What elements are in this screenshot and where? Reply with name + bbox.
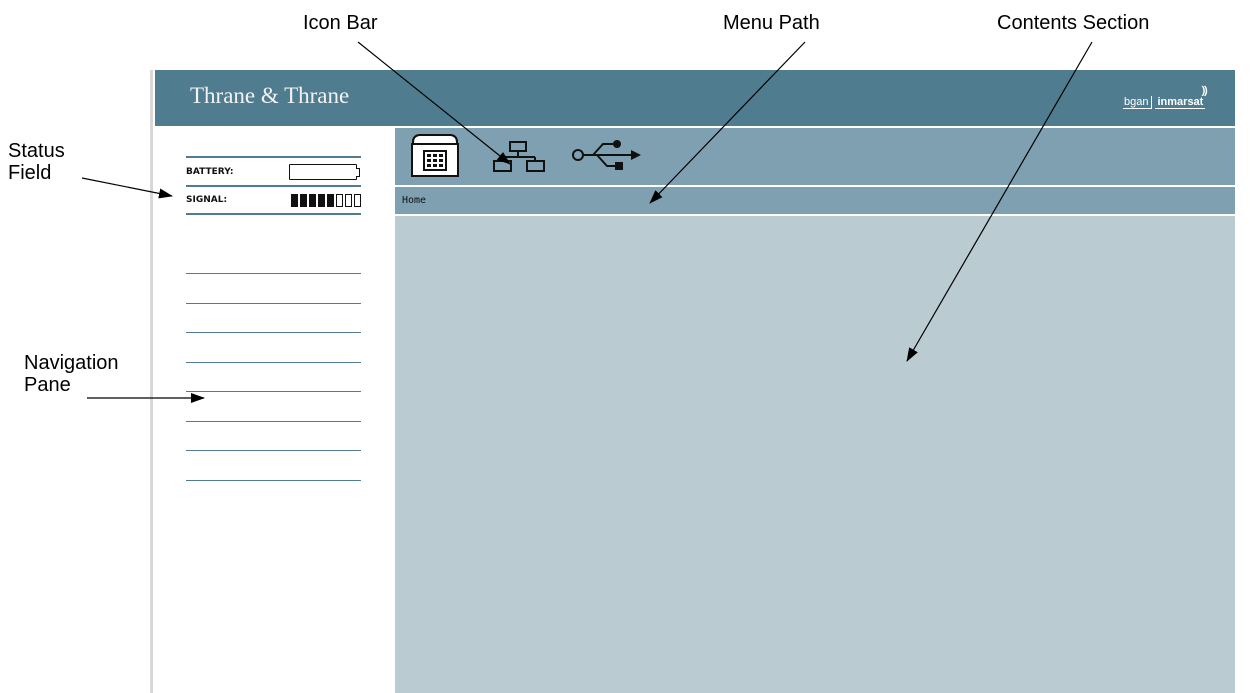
navigation-pane-callout-line2: Pane xyxy=(24,374,71,396)
nav-item[interactable] xyxy=(186,334,361,363)
signal-strength-icon xyxy=(291,193,361,207)
nav-item[interactable] xyxy=(186,275,361,304)
icon-bar xyxy=(395,128,1235,187)
navigation-pane-callout-line1: Navigation xyxy=(24,352,119,374)
inmarsat-logo: bgan inmarsat ⸩ xyxy=(1123,84,1226,114)
network-icon[interactable] xyxy=(492,140,548,179)
navigation-pane: BATTERY: SIGNAL: xyxy=(155,128,393,693)
nav-item[interactable] xyxy=(186,304,361,333)
signal-bar xyxy=(345,193,352,207)
nav-item[interactable] xyxy=(186,245,361,274)
signal-waves-icon: ⸩ xyxy=(1201,84,1208,97)
nav-item[interactable] xyxy=(186,452,361,481)
nav-item[interactable] xyxy=(186,363,361,392)
icon-bar-callout: Icon Bar xyxy=(303,12,378,34)
status-field-callout: Status Field xyxy=(8,140,65,184)
signal-row: SIGNAL: xyxy=(186,187,361,213)
bgan-logo-text: bgan xyxy=(1123,95,1153,109)
nav-item[interactable] xyxy=(186,422,361,451)
contents-section-callout: Contents Section xyxy=(997,12,1150,34)
battery-label: BATTERY: xyxy=(186,166,234,177)
signal-bar xyxy=(318,193,325,207)
status-field-callout-line1: Status xyxy=(8,140,65,162)
window-edge xyxy=(150,70,153,693)
battery-row: BATTERY: xyxy=(186,158,361,185)
signal-bar xyxy=(300,193,307,207)
nav-item[interactable] xyxy=(186,393,361,422)
signal-bar xyxy=(336,193,343,207)
usb-icon[interactable] xyxy=(571,140,643,179)
breadcrumb-home[interactable]: Home xyxy=(402,195,426,206)
status-field-callout-line2: Field xyxy=(8,162,52,184)
signal-bar xyxy=(309,193,316,207)
header-bar: Thrane & Thrane bgan inmarsat ⸩ xyxy=(155,70,1235,126)
brand-logo: Thrane & Thrane xyxy=(190,83,350,108)
menu-path-callout: Menu Path xyxy=(723,12,820,34)
status-field: BATTERY: SIGNAL: xyxy=(186,156,361,215)
signal-bar xyxy=(291,193,298,207)
battery-icon xyxy=(289,163,360,180)
inmarsat-logo-text: inmarsat ⸩ xyxy=(1155,84,1208,109)
contents-section xyxy=(395,216,1235,693)
navigation-pane-callout: Navigation Pane xyxy=(24,352,119,396)
signal-label: SIGNAL: xyxy=(186,195,228,205)
phone-icon[interactable] xyxy=(409,132,461,183)
signal-bar xyxy=(327,193,334,207)
signal-bar xyxy=(354,193,361,207)
menu-path: Home xyxy=(395,187,1235,216)
